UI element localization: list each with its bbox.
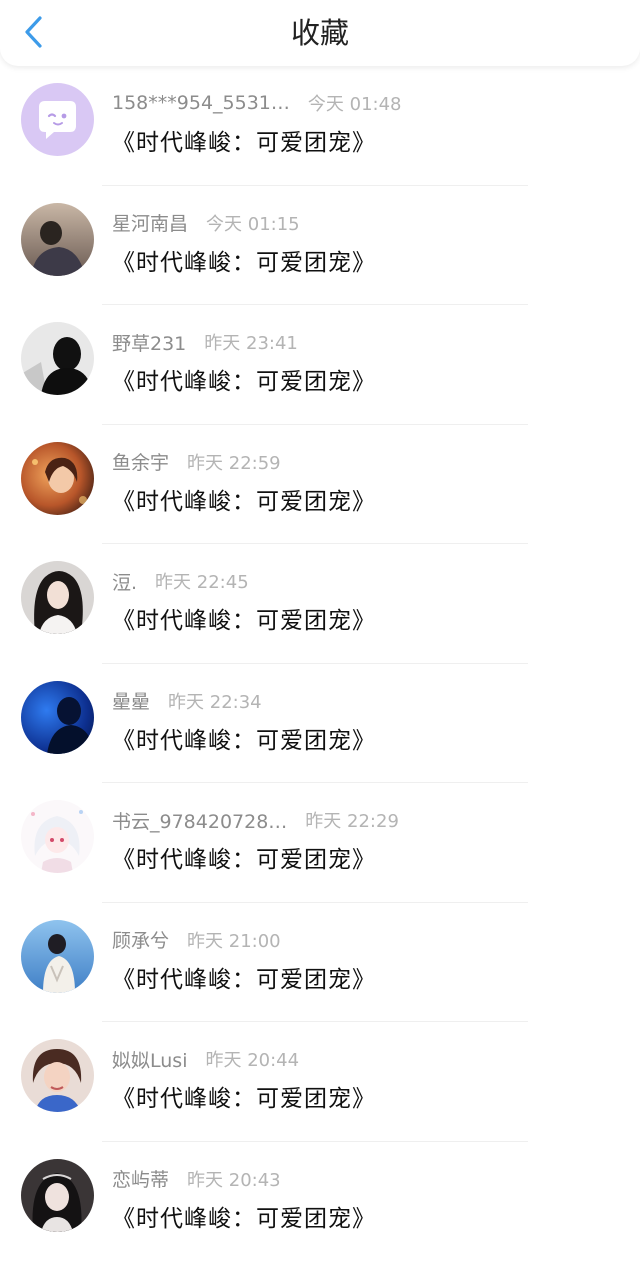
user-illustration bbox=[21, 800, 94, 873]
nickname[interactable]: 158***954_5531… bbox=[112, 92, 290, 114]
book-title[interactable]: 《时代峰峻：可爱团宠》 bbox=[112, 1079, 376, 1113]
nickname[interactable]: 书云_978420728… bbox=[112, 807, 287, 834]
book-title[interactable]: 《时代峰峻：可爱团宠》 bbox=[112, 960, 376, 994]
timestamp: 昨天 22:34 bbox=[168, 688, 262, 714]
chat-bubble-icon bbox=[21, 83, 94, 156]
book-title[interactable]: 《时代峰峻：可爱团宠》 bbox=[112, 840, 376, 874]
timestamp: 昨天 22:59 bbox=[187, 449, 281, 475]
page-title: 收藏 bbox=[0, 0, 640, 66]
chevron-left-icon bbox=[23, 15, 45, 49]
avatar[interactable] bbox=[21, 322, 94, 395]
avatar[interactable] bbox=[21, 1039, 94, 1112]
timestamp: 昨天 20:43 bbox=[187, 1166, 281, 1192]
list-item[interactable]: 恋屿蒂 昨天 20:43 《时代峰峻：可爱团宠》 bbox=[0, 1142, 640, 1261]
nickname[interactable]: 曐曐 bbox=[112, 687, 150, 714]
list-item[interactable]: 顾承兮 昨天 21:00 《时代峰峻：可爱团宠》 bbox=[0, 903, 640, 1023]
user-photo bbox=[21, 561, 94, 634]
avatar[interactable] bbox=[21, 681, 94, 754]
item-meta: 野草231 昨天 23:41 bbox=[112, 330, 298, 354]
item-meta: 曐曐 昨天 22:34 bbox=[112, 689, 262, 713]
timestamp: 昨天 21:00 bbox=[187, 927, 281, 953]
list-item[interactable]: 星河南昌 今天 01:15 《时代峰峻：可爱团宠》 bbox=[0, 186, 640, 306]
user-photo bbox=[21, 203, 94, 276]
top-bar: 收藏 bbox=[0, 0, 640, 66]
avatar[interactable] bbox=[21, 561, 94, 634]
list-item[interactable]: 鱼余宇 昨天 22:59 《时代峰峻：可爱团宠》 bbox=[0, 425, 640, 545]
item-meta: 顾承兮 昨天 21:00 bbox=[112, 928, 281, 952]
avatar[interactable] bbox=[21, 203, 94, 276]
nickname[interactable]: 浢. bbox=[112, 568, 137, 595]
book-title[interactable]: 《时代峰峻：可爱团宠》 bbox=[112, 243, 376, 277]
back-button[interactable] bbox=[14, 12, 54, 52]
nickname[interactable]: 姒姒Lusi bbox=[112, 1046, 187, 1073]
item-meta: 姒姒Lusi 昨天 20:44 bbox=[112, 1047, 299, 1071]
nickname[interactable]: 恋屿蒂 bbox=[112, 1165, 169, 1192]
book-title[interactable]: 《时代峰峻：可爱团宠》 bbox=[112, 123, 376, 157]
user-photo bbox=[21, 681, 94, 754]
list-item[interactable]: 158***954_5531… 今天 01:48 《时代峰峻：可爱团宠》 bbox=[0, 66, 640, 186]
nickname[interactable]: 鱼余宇 bbox=[112, 448, 169, 475]
user-photo bbox=[21, 322, 94, 395]
timestamp: 昨天 22:45 bbox=[155, 568, 249, 594]
nickname[interactable]: 顾承兮 bbox=[112, 926, 169, 953]
timestamp: 今天 01:15 bbox=[206, 210, 300, 236]
user-photo bbox=[21, 442, 94, 515]
book-title[interactable]: 《时代峰峻：可爱团宠》 bbox=[112, 482, 376, 516]
timestamp: 今天 01:48 bbox=[308, 90, 402, 116]
item-meta: 书云_978420728… 昨天 22:29 bbox=[112, 808, 399, 832]
list-item[interactable]: 野草231 昨天 23:41 《时代峰峻：可爱团宠》 bbox=[0, 305, 640, 425]
list-item[interactable]: 浢. 昨天 22:45 《时代峰峻：可爱团宠》 bbox=[0, 544, 640, 664]
favorites-list: 158***954_5531… 今天 01:48 《时代峰峻：可爱团宠》 星河南… bbox=[0, 66, 640, 1261]
avatar[interactable] bbox=[21, 800, 94, 873]
book-title[interactable]: 《时代峰峻：可爱团宠》 bbox=[112, 601, 376, 635]
item-meta: 恋屿蒂 昨天 20:43 bbox=[112, 1167, 281, 1191]
book-title[interactable]: 《时代峰峻：可爱团宠》 bbox=[112, 1199, 376, 1233]
avatar[interactable] bbox=[21, 442, 94, 515]
list-item[interactable]: 书云_978420728… 昨天 22:29 《时代峰峻：可爱团宠》 bbox=[0, 783, 640, 903]
nickname[interactable]: 星河南昌 bbox=[112, 209, 188, 236]
book-title[interactable]: 《时代峰峻：可爱团宠》 bbox=[112, 362, 376, 396]
item-meta: 158***954_5531… 今天 01:48 bbox=[112, 91, 402, 115]
item-meta: 星河南昌 今天 01:15 bbox=[112, 211, 300, 235]
timestamp: 昨天 20:44 bbox=[205, 1046, 299, 1072]
timestamp: 昨天 22:29 bbox=[305, 807, 399, 833]
user-photo bbox=[21, 1159, 94, 1232]
item-meta: 鱼余宇 昨天 22:59 bbox=[112, 450, 281, 474]
avatar[interactable] bbox=[21, 1159, 94, 1232]
avatar[interactable] bbox=[21, 83, 94, 156]
item-meta: 浢. 昨天 22:45 bbox=[112, 569, 249, 593]
list-item[interactable]: 曐曐 昨天 22:34 《时代峰峻：可爱团宠》 bbox=[0, 664, 640, 784]
timestamp: 昨天 23:41 bbox=[204, 329, 298, 355]
book-title[interactable]: 《时代峰峻：可爱团宠》 bbox=[112, 721, 376, 755]
user-photo bbox=[21, 920, 94, 993]
nickname[interactable]: 野草231 bbox=[112, 329, 186, 356]
list-item[interactable]: 姒姒Lusi 昨天 20:44 《时代峰峻：可爱团宠》 bbox=[0, 1022, 640, 1142]
avatar[interactable] bbox=[21, 920, 94, 993]
user-photo bbox=[21, 1039, 94, 1112]
